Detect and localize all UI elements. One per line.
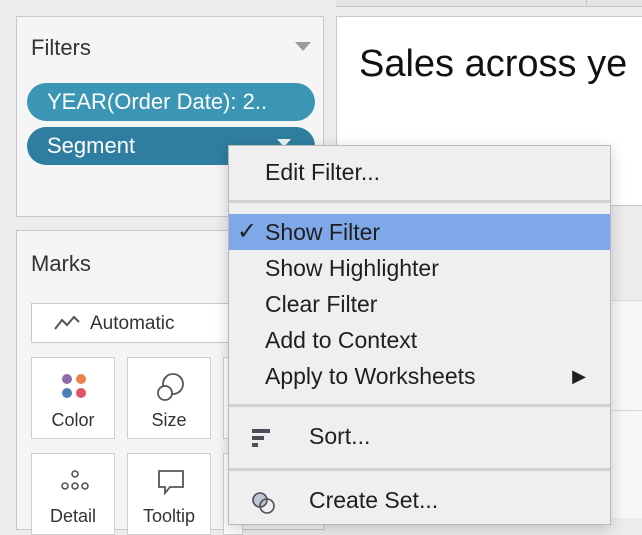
menu-item-add-to-context[interactable]: Add to Context xyxy=(229,322,610,358)
menu-item-label: Sort... xyxy=(309,423,371,449)
menu-item-label: Apply to Worksheets xyxy=(265,363,476,389)
marks-color-label: Color xyxy=(51,410,95,430)
menu-item-create-set[interactable]: Create Set... xyxy=(229,482,610,518)
marks-tooltip-label: Tooltip xyxy=(142,506,196,526)
marks-detail-button[interactable]: Detail xyxy=(31,453,115,535)
checkmark-icon: ✓ xyxy=(237,218,258,245)
filters-card-title: Filters xyxy=(31,35,91,60)
marks-size-button[interactable]: Size xyxy=(127,357,211,439)
detail-dots-icon xyxy=(61,470,89,490)
menu-item-label: Create Set... xyxy=(309,487,439,513)
menu-item-label: Show Filter xyxy=(265,219,381,245)
menu-item-sort[interactable]: Sort... xyxy=(229,418,610,454)
filter-pill-label: Segment xyxy=(47,133,136,158)
menu-separator xyxy=(229,468,610,471)
menu-item-label: Show Highlighter xyxy=(265,255,439,281)
filter-pill-label: YEAR(Order Date): 2.. xyxy=(47,89,268,114)
marks-size-label: Size xyxy=(151,410,187,430)
create-set-icon xyxy=(252,492,275,514)
mark-type-label: Automatic xyxy=(90,313,175,334)
view-divider xyxy=(610,410,642,411)
filter-pill-year-order-date[interactable]: YEAR(Order Date): 2.. xyxy=(27,83,315,121)
view-top-strip xyxy=(336,0,642,7)
menu-item-edit-filter[interactable]: Edit Filter... xyxy=(229,154,610,190)
menu-item-apply-to-worksheets[interactable]: Apply to Worksheets ▶ xyxy=(229,358,610,394)
view-lower-area xyxy=(610,300,642,518)
worksheet-title: Sales across ye xyxy=(359,43,628,85)
color-palette-icon xyxy=(62,374,86,398)
view-top-strip-divider xyxy=(586,0,587,6)
marks-detail-label: Detail xyxy=(49,506,97,526)
menu-item-show-filter[interactable]: ✓ Show Filter xyxy=(229,214,610,250)
tooltip-bubble-icon xyxy=(158,470,184,496)
size-circles-icon xyxy=(157,373,184,401)
marks-tooltip-button[interactable]: Tooltip xyxy=(127,453,211,535)
marks-color-button[interactable]: Color xyxy=(31,357,115,439)
menu-item-label: Edit Filter... xyxy=(265,159,381,185)
view-divider xyxy=(610,300,642,301)
menu-separator xyxy=(229,404,610,407)
filters-card-menu-caret-icon[interactable] xyxy=(295,42,311,51)
menu-item-label: Add to Context xyxy=(265,327,418,353)
menu-item-show-highlighter[interactable]: Show Highlighter xyxy=(229,250,610,286)
marks-card-title: Marks xyxy=(31,251,91,276)
line-chart-icon xyxy=(54,315,80,330)
sort-icon xyxy=(252,429,270,447)
menu-separator xyxy=(229,200,610,203)
menu-item-clear-filter[interactable]: Clear Filter xyxy=(229,286,610,322)
submenu-arrow-icon: ▶ xyxy=(572,366,586,386)
filter-context-menu: Edit Filter... ✓ Show Filter Show Highli… xyxy=(228,145,611,525)
menu-item-label: Clear Filter xyxy=(265,291,378,317)
